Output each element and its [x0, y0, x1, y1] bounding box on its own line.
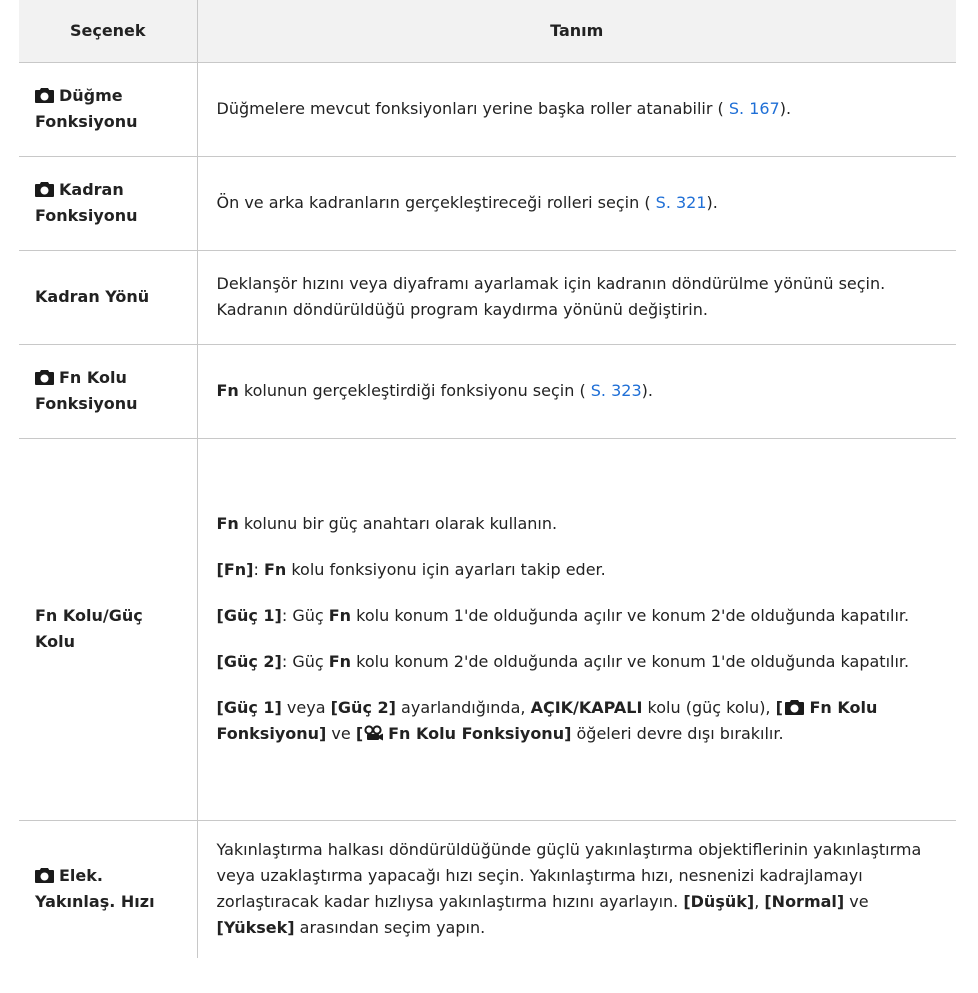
camera-icon — [784, 700, 804, 715]
camera-icon — [35, 182, 54, 197]
page-link[interactable]: S. 167 — [729, 99, 780, 118]
bold-text: Fn — [216, 514, 239, 533]
page-link[interactable]: S. 321 — [656, 193, 707, 212]
text: veya — [281, 698, 331, 717]
bold-text: Fn Kolu Fonksiyonu] — [388, 724, 572, 743]
option-name-cont: Fonksiyonu — [35, 206, 138, 225]
description-text: Düğmelere mevcut fonksiyonları yerine ba… — [216, 99, 729, 118]
bold-text: AÇIK/KAPALI — [530, 698, 643, 717]
bold-text: [Normal] — [764, 892, 845, 912]
text: : — [253, 560, 264, 579]
description-cell: Düğmelere mevcut fonksiyonları yerine ba… — [197, 62, 956, 157]
text: : Güç — [281, 652, 329, 671]
description-cell: Ön ve arka kadranların gerçekleştireceği… — [197, 156, 956, 251]
text: kolu konum 2'de olduğunda açılır ve konu… — [351, 652, 910, 671]
bold-text: [Fn] — [216, 560, 254, 579]
description-cell: Deklanşör hızını veya diyaframı ayarlama… — [197, 250, 956, 345]
description-cell: Yakınlaştırma halkası döndürüldüğünde gü… — [197, 820, 956, 958]
option-name: Elek. — [59, 866, 103, 886]
bold-text: [Güç 2] — [330, 698, 396, 717]
text: , — [754, 892, 765, 912]
bold-text: [Yüksek] — [216, 918, 295, 938]
bold-text: [Güç 1] — [216, 698, 282, 717]
description-text: ). — [706, 193, 718, 212]
description-text: ). — [641, 381, 653, 400]
bold-text: Fn — [328, 652, 352, 671]
description-text: ). — [779, 99, 792, 118]
option-cell: Fn Kolu Fonksiyonu — [19, 344, 198, 439]
paragraph: [Güç 1]: Güç Fn kolu konum 1'de olduğund… — [217, 603, 941, 629]
bold-text: [Güç 1] — [216, 606, 282, 625]
table-row: Kadran Fonksiyonu Ön ve arka kadranların… — [19, 156, 956, 251]
page-link[interactable]: S. 323 — [591, 381, 642, 400]
table-row: Düğme Fonksiyonu Düğmelere mevcut fonksi… — [19, 62, 956, 157]
option-cell: Düğme Fonksiyonu — [19, 62, 198, 157]
camera-icon — [35, 370, 54, 385]
text: kolu konum 1'de olduğunda açılır ve konu… — [351, 606, 910, 625]
text: ayarlandığında, — [395, 698, 531, 717]
option-name-cont: Fonksiyonu — [35, 394, 138, 413]
text: ve — [326, 724, 356, 743]
bold-text: Fn — [263, 560, 287, 579]
header-option: Seçenek — [19, 0, 198, 63]
text: öğeleri devre dışı bırakılır. — [571, 724, 784, 743]
table-row: Fn Kolu/Güç Kolu Fn kolunu bir güç anaht… — [19, 438, 956, 821]
description-cell: Fn kolunun gerçekleştirdiği fonksiyonu s… — [197, 344, 956, 439]
text: arasından seçim yapın. — [294, 918, 486, 938]
description-text: Deklanşör hızını veya diyaframı ayarlama… — [216, 274, 886, 319]
option-cell: Elek. Yakınlaş. Hızı — [19, 820, 198, 958]
text: kolu fonksiyonu için ayarları takip eder… — [286, 560, 606, 579]
text: kolu (güç kolu), — [642, 698, 776, 717]
movie-camera-icon — [364, 725, 384, 741]
text: : Güç — [281, 606, 329, 625]
table-row: Elek. Yakınlaş. Hızı Yakınlaştırma halka… — [19, 820, 956, 958]
option-name-cont: Fonksiyonu — [35, 112, 138, 131]
bold-text: [ — [355, 724, 364, 743]
text: ve — [844, 892, 869, 912]
bold-text: [Güç 2] — [216, 652, 282, 671]
table-row: Kadran Yönü Deklanşör hızını veya diyafr… — [19, 250, 956, 345]
option-name: Fn Kolu/Güç — [35, 606, 143, 625]
option-name: Fn Kolu — [59, 368, 127, 387]
option-name-cont: Yakınlaş. Hızı — [35, 892, 155, 912]
camera-icon — [35, 88, 54, 103]
table-row: Fn Kolu Fonksiyonu Fn kolunun gerçekleşt… — [19, 344, 956, 439]
paragraph: [Güç 1] veya [Güç 2] ayarlandığında, AÇI… — [217, 695, 941, 747]
option-name-cont: Kolu — [35, 632, 75, 651]
paragraph: [Güç 2]: Güç Fn kolu konum 2'de olduğund… — [217, 649, 941, 675]
description-text: Ön ve arka kadranların gerçekleştireceği… — [216, 193, 656, 212]
option-cell: Kadran Yönü — [19, 250, 198, 345]
description-text: kolunun gerçekleştirdiği fonksiyonu seçi… — [238, 381, 591, 400]
option-cell: Fn Kolu/Güç Kolu — [19, 438, 198, 821]
description-cell: Fn kolunu bir güç anahtarı olarak kullan… — [197, 438, 956, 821]
option-name: Düğme — [59, 86, 123, 105]
description-bold: Fn — [216, 381, 239, 400]
option-name: Kadran Yönü — [35, 287, 150, 306]
text: kolunu bir güç anahtarı olarak kullanın. — [238, 514, 558, 533]
bold-text: [Düşük] — [683, 892, 755, 912]
bold-text: [ — [775, 698, 783, 717]
camera-icon — [35, 868, 54, 884]
settings-table: Seçenek Tanım Düğme Fonksiyonu Düğmelere… — [19, 0, 956, 958]
paragraph: Fn kolunu bir güç anahtarı olarak kullan… — [217, 511, 941, 537]
bold-text: Fn — [328, 606, 352, 625]
table-header: Seçenek Tanım — [19, 0, 956, 63]
option-name: Kadran — [59, 180, 124, 199]
paragraph: [Fn]: Fn kolu fonksiyonu için ayarları t… — [217, 557, 941, 583]
header-description: Tanım — [197, 0, 956, 63]
option-cell: Kadran Fonksiyonu — [19, 156, 198, 251]
